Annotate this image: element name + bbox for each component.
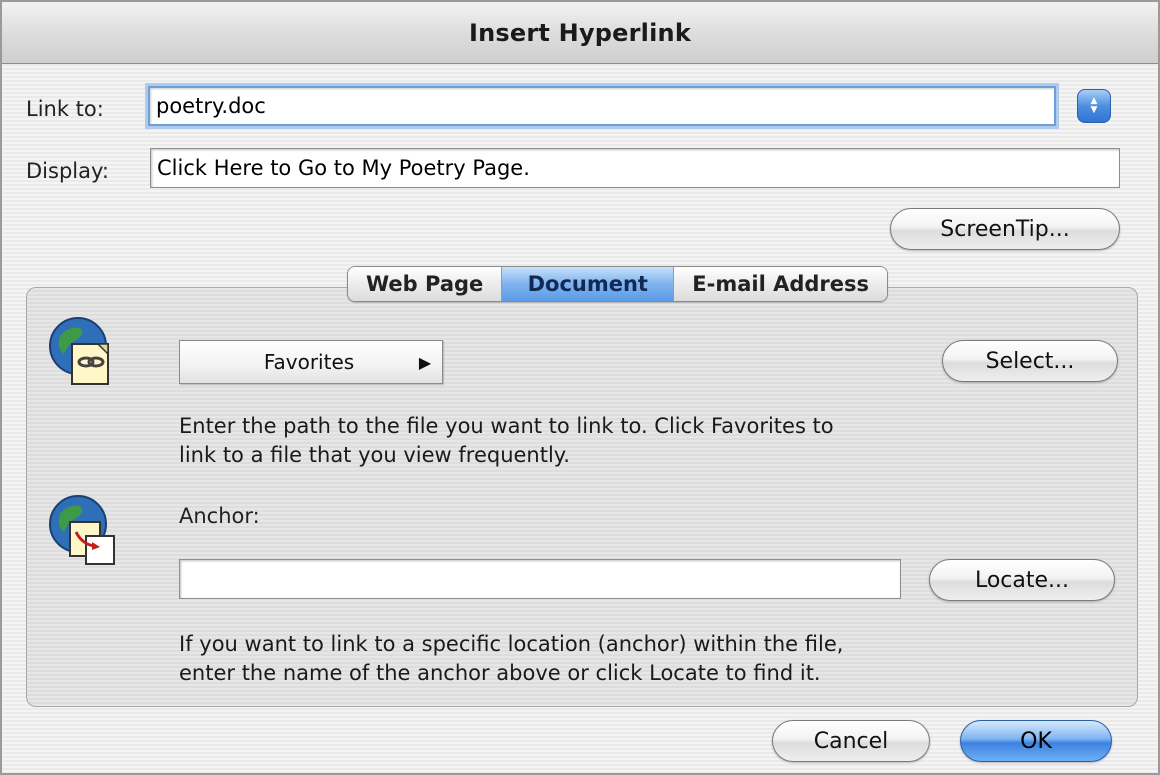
globe-document-link-icon [49,317,109,385]
favorites-popup[interactable]: Favorites ▶ [179,340,443,384]
display-input[interactable] [150,148,1120,188]
tab-document[interactable]: Document [502,267,675,301]
path-help-text: Enter the path to the file you want to l… [179,412,834,470]
link-to-input[interactable] [148,86,1056,126]
link-type-popup-button[interactable]: ▲ ▼ [1077,89,1111,123]
link-type-tabs: Web Page Document E-mail Address [347,266,889,302]
tab-web-page[interactable]: Web Page [348,267,503,301]
title-bar[interactable]: Insert Hyperlink [2,2,1158,64]
insert-hyperlink-dialog: Insert Hyperlink Link to: ▲▼ Display: Sc… [0,0,1160,775]
anchor-help-line-2: enter the name of the anchor above or cl… [179,661,821,685]
path-help-line-1: Enter the path to the file you want to l… [179,414,834,438]
path-help-line-2: link to a file that you view frequently. [179,443,570,467]
anchor-help-text: If you want to link to a specific locati… [179,630,843,688]
anchor-label: Anchor: [179,504,260,528]
ok-button[interactable]: OK [960,720,1112,762]
dialog-title: Insert Hyperlink [469,18,691,47]
screentip-button[interactable]: ScreenTip... [890,208,1120,250]
favorites-label: Favorites [263,350,355,374]
anchor-input[interactable] [179,559,901,599]
tab-email-address[interactable]: E-mail Address [674,267,888,301]
locate-button[interactable]: Locate... [929,559,1115,601]
anchor-help-line-1: If you want to link to a specific locati… [179,632,844,656]
select-button[interactable]: Select... [942,340,1118,382]
cancel-button[interactable]: Cancel [772,720,930,762]
link-to-label: Link to: [26,97,104,121]
up-down-arrows-icon: ▲ ▼ [1090,96,1098,115]
globe-document-anchor-icon [49,495,115,565]
triangle-right-icon: ▶ [418,352,432,372]
display-label: Display: [26,159,109,183]
